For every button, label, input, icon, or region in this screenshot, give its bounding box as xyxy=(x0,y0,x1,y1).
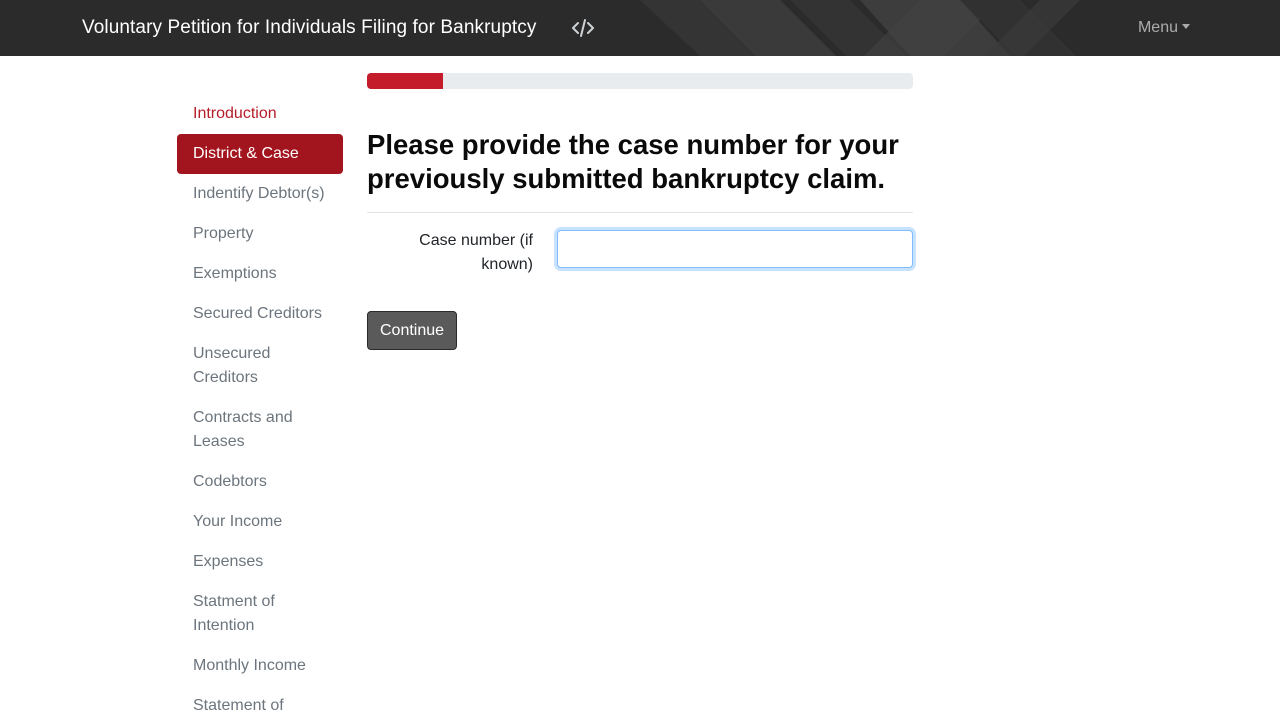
case-number-row: Case number (if known) xyxy=(367,230,913,289)
progress-bar xyxy=(367,73,444,89)
divider xyxy=(367,212,913,213)
menu-label: Menu xyxy=(1137,19,1178,36)
continue-button[interactable]: Continue xyxy=(367,311,458,350)
progress-track xyxy=(367,73,913,89)
sidebar-item-exemptions[interactable]: Exemptions xyxy=(177,254,343,294)
sidebar-item-introduction[interactable]: Introduction xyxy=(177,94,343,134)
sidebar-item-expenses[interactable]: Expenses xyxy=(177,542,343,582)
sidebar-item-codebtors[interactable]: Codebtors xyxy=(177,462,343,502)
chevron-down-icon xyxy=(1182,24,1190,29)
case-number-input[interactable] xyxy=(557,230,913,268)
sidebar-item-property[interactable]: Property xyxy=(177,214,343,254)
case-number-label: Case number (if known) xyxy=(419,232,533,273)
navbar: Voluntary Petition for Individuals Filin… xyxy=(0,0,1280,56)
menu-dropdown-toggle[interactable]: Menu xyxy=(1138,17,1190,39)
code-icon[interactable] xyxy=(572,17,594,39)
sidebar-item-district-case[interactable]: District & Case xyxy=(177,134,343,174)
sidebar-nav: Introduction District & Case Indentify D… xyxy=(177,94,343,726)
sidebar-item-monthly-income[interactable]: Monthly Income xyxy=(177,646,343,686)
main-content: Please provide the case number for your … xyxy=(367,73,913,350)
app-title[interactable]: Voluntary Petition for Individuals Filin… xyxy=(82,16,536,40)
sidebar-item-contracts-leases[interactable]: Contracts and Leases xyxy=(177,398,343,462)
sidebar-item-unsecured-creditors[interactable]: Unsecured Creditors xyxy=(177,334,343,398)
sidebar-item-statement-of[interactable]: Statement of xyxy=(177,686,343,726)
sidebar-item-identify-debtors[interactable]: Indentify Debtor(s) xyxy=(177,174,343,214)
sidebar-item-your-income[interactable]: Your Income xyxy=(177,502,343,542)
question-heading: Please provide the case number for your … xyxy=(367,129,899,194)
sidebar-item-secured-creditors[interactable]: Secured Creditors xyxy=(177,294,343,334)
sidebar-item-statement-of-intention[interactable]: Statment of Intention xyxy=(177,582,343,646)
